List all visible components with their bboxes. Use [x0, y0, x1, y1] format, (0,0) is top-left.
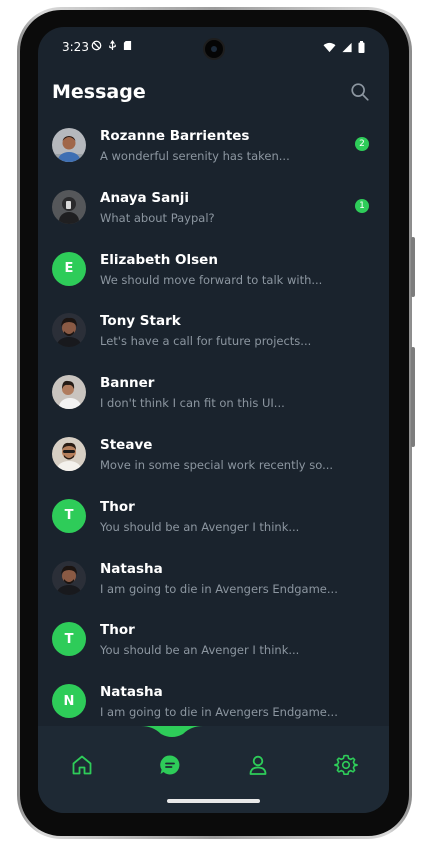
avatar-initial: N: [52, 684, 86, 719]
unread-badge: 1: [355, 198, 369, 213]
volume-button: [411, 347, 415, 447]
unread-badge: 2: [355, 137, 369, 151]
avatar: [52, 436, 86, 471]
contact-name: Banner: [100, 375, 155, 392]
signal-icon: [342, 42, 352, 52]
front-camera: [203, 38, 225, 60]
contact-name: Rozanne Barrientes: [100, 128, 250, 144]
message-preview: You should be an Avenger I think...: [100, 643, 300, 658]
usb-icon: [109, 40, 116, 50]
power-button: [411, 237, 415, 297]
header: Message: [38, 79, 389, 115]
conversation-row[interactable]: Steave Move in some special work recentl…: [38, 425, 389, 487]
contact-name: Elizabeth Olsen: [100, 251, 218, 268]
message-preview: I don't think I can fit on this UI...: [100, 396, 285, 411]
status-icons-right: [323, 41, 365, 53]
conversation-row[interactable]: Banner I don't think I can fit on this U…: [38, 363, 389, 425]
avatar: [52, 375, 86, 410]
message-preview: I am going to die in Avengers Endgame...: [100, 705, 338, 720]
message-preview: I am going to die in Avengers Endgame...: [100, 581, 338, 596]
contact-name: Natasha: [100, 560, 163, 577]
conversation-row[interactable]: T Thor You should be an Avenger I think.…: [38, 487, 389, 549]
avatar: [52, 189, 86, 224]
chat-icon[interactable]: [158, 753, 182, 777]
contact-name: Natasha: [100, 684, 163, 701]
conversation-row[interactable]: E Elizabeth Olsen We should move forward…: [38, 240, 389, 302]
status-bar: 3:23: [38, 27, 389, 69]
message-preview: Let's have a call for future projects...: [100, 334, 312, 349]
message-preview: You should be an Avenger I think...: [100, 519, 300, 534]
avatar-initial: E: [52, 251, 86, 286]
conversation-row[interactable]: Rozanne Barrientes A wonderful serenity …: [38, 116, 389, 178]
page-title: Message: [52, 81, 146, 103]
dnd-icon: [91, 40, 102, 51]
avatar-initial: T: [52, 622, 86, 657]
active-tab-indicator: [141, 726, 203, 737]
conversation-list: Rozanne Barrientes A wonderful serenity …: [38, 116, 389, 734]
settings-icon[interactable]: [334, 753, 358, 777]
user-icon[interactable]: [246, 753, 270, 777]
contact-name: Thor: [100, 498, 135, 515]
conversation-row[interactable]: Tony Stark Let's have a call for future …: [38, 301, 389, 363]
wifi-icon: [323, 42, 336, 52]
status-icons-left: [91, 40, 132, 51]
message-preview: Move in some special work recently so...: [100, 457, 334, 472]
conversation-row[interactable]: N Natasha I am going to die in Avengers …: [38, 672, 389, 734]
battery-icon: [358, 41, 365, 53]
contact-name: Steave: [100, 436, 153, 453]
screen: 3:23 Message Rozanne Barrientes A wonder…: [38, 27, 389, 813]
home-indicator[interactable]: [167, 799, 260, 803]
search-icon[interactable]: [349, 81, 371, 103]
contact-name: Anaya Sanji: [100, 189, 190, 206]
message-preview: A wonderful serenity has taken...: [100, 149, 290, 163]
avatar: [52, 560, 86, 595]
avatar: [52, 128, 86, 162]
avatar: [52, 313, 86, 348]
sd-card-icon: [123, 41, 132, 50]
conversation-row[interactable]: Anaya Sanji What about Paypal? 1: [38, 178, 389, 240]
contact-name: Tony Stark: [100, 313, 181, 330]
conversation-row[interactable]: Natasha I am going to die in Avengers En…: [38, 549, 389, 611]
message-preview: We should move forward to talk with...: [100, 272, 323, 287]
message-preview: What about Paypal?: [100, 210, 215, 225]
contact-name: Thor: [100, 622, 135, 639]
avatar-initial: T: [52, 498, 86, 533]
home-icon[interactable]: [70, 753, 94, 777]
conversation-row[interactable]: T Thor You should be an Avenger I think.…: [38, 610, 389, 672]
status-time: 3:23: [62, 40, 89, 54]
